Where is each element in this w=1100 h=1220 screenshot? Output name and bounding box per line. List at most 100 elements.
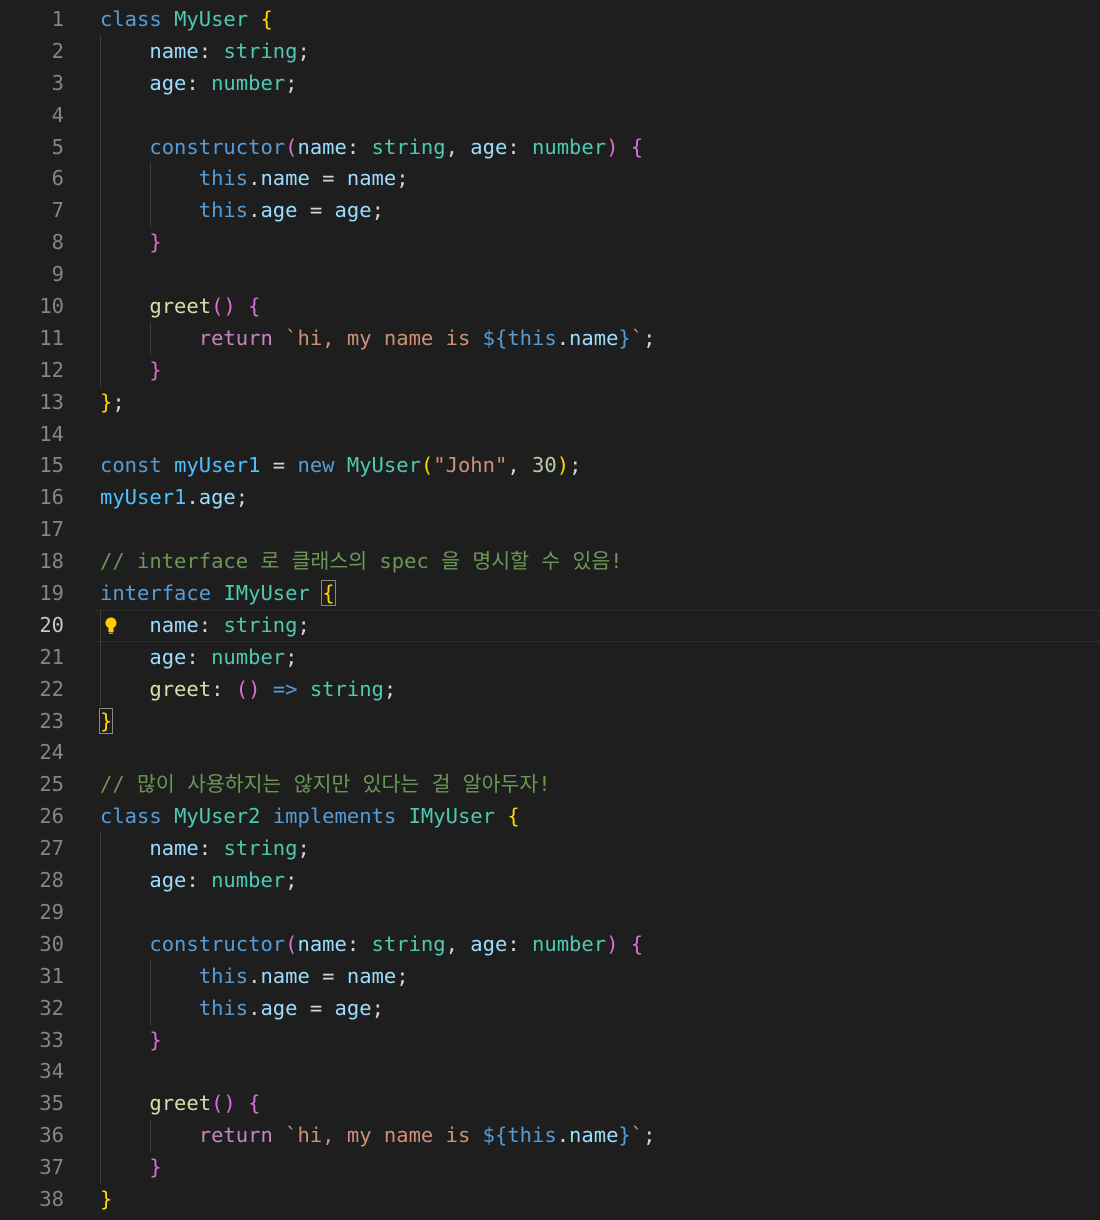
code-token: ; xyxy=(569,453,582,478)
code-token: = xyxy=(260,453,298,478)
code-line[interactable]: 12 } xyxy=(0,354,1100,387)
code-line[interactable]: 35 greet() { xyxy=(0,1088,1100,1121)
code-line[interactable]: 22 greet: () => string; xyxy=(0,673,1100,706)
code-line[interactable]: 23} xyxy=(0,706,1100,738)
code-token: ` xyxy=(630,1123,644,1148)
code-text: name: string; xyxy=(100,36,309,68)
code-line[interactable]: 3 age: number; xyxy=(0,67,1100,100)
code-line[interactable]: 20 name: string; xyxy=(0,609,1100,642)
code-line[interactable]: 13}; xyxy=(0,387,1100,419)
code-token: myUser1 xyxy=(174,453,261,478)
code-text: const myUser1 = new MyUser("John", 30); xyxy=(100,450,581,482)
code-line[interactable]: 29 xyxy=(0,896,1100,929)
code-text: } xyxy=(100,1152,161,1184)
indent-guide xyxy=(100,99,101,132)
code-line[interactable]: 31 this.name = name; xyxy=(0,960,1100,993)
line-number: 26 xyxy=(39,804,64,829)
code-token: : xyxy=(507,134,533,159)
code-line[interactable]: 38} xyxy=(0,1184,1100,1216)
line-number: 33 xyxy=(39,1027,64,1052)
code-line[interactable]: 33 } xyxy=(0,1024,1100,1057)
code-text: class MyUser2 implements IMyUser { xyxy=(100,801,520,833)
code-line[interactable]: 17 xyxy=(0,514,1100,546)
code-text: // 많이 사용하지는 않지만 있다는 걸 알아두자! xyxy=(100,769,551,801)
code-text: constructor(name: string, age: number) { xyxy=(100,929,643,961)
code-line[interactable]: 37 } xyxy=(0,1152,1100,1184)
code-token: } xyxy=(149,1027,162,1052)
code-token: name xyxy=(260,166,310,191)
code-line[interactable]: 34 xyxy=(0,1056,1100,1089)
code-line[interactable]: 14 xyxy=(0,419,1100,451)
code-token: : xyxy=(198,836,224,861)
line-number: 25 xyxy=(39,772,64,797)
code-token: ; xyxy=(383,676,397,701)
code-line[interactable]: 5 constructor(name: string, age: number)… xyxy=(0,131,1100,164)
code-token: myUser1 xyxy=(100,485,187,510)
code-line[interactable]: 16 myUser1.age; xyxy=(0,482,1100,514)
code-line[interactable]: 32 this.age = age; xyxy=(0,992,1100,1025)
code-token: number xyxy=(532,134,607,159)
code-token: { xyxy=(321,580,336,607)
code-token: ; xyxy=(396,166,409,191)
code-token: string xyxy=(223,836,298,861)
code-line[interactable]: 27 name: string; xyxy=(0,833,1100,866)
code-token: ) xyxy=(606,134,619,159)
code-line[interactable]: 7 this.age = age; xyxy=(0,195,1100,228)
code-line[interactable]: 26 class MyUser2 implements IMyUser { xyxy=(0,801,1100,833)
code-line[interactable]: 21 age: number; xyxy=(0,641,1100,674)
code-editor[interactable]: 1 class MyUser {2 name: string; 3 age: num… xyxy=(0,4,1100,1220)
code-line[interactable]: 15 const myUser1 = new MyUser("John", 30)… xyxy=(0,450,1100,482)
code-line[interactable]: 24 xyxy=(0,737,1100,769)
code-line[interactable]: 8 } xyxy=(0,227,1100,260)
code-text: constructor(name: string, age: number) { xyxy=(100,132,643,164)
code-text: } xyxy=(98,706,114,738)
code-line[interactable]: 36 return `hi, my name is ${this.name}`; xyxy=(0,1120,1100,1153)
code-token: MyUser2 xyxy=(174,804,261,829)
code-token: = xyxy=(297,198,335,223)
code-text: } xyxy=(100,1025,162,1057)
code-token: greet xyxy=(149,676,212,701)
code-line[interactable]: 2 name: string; xyxy=(0,35,1100,68)
code-line[interactable]: 25 // 많이 사용하지는 않지만 있다는 걸 알아두자! xyxy=(0,769,1100,801)
code-token: : xyxy=(346,134,372,159)
code-line[interactable]: 19 interface IMyUser { xyxy=(0,578,1100,610)
line-number: 4 xyxy=(51,102,64,127)
code-token: ; xyxy=(112,389,125,414)
code-line[interactable]: 1 class MyUser { xyxy=(0,4,1100,36)
code-line[interactable]: 18 // interface 로 클래스의 spec 을 명시할 수 있음! xyxy=(0,546,1100,578)
code-token: ( xyxy=(285,134,298,159)
lightbulb-icon[interactable] xyxy=(104,616,118,636)
code-token: name xyxy=(346,166,397,191)
line-number: 23 xyxy=(39,708,64,733)
code-line[interactable]: 10 greet() { xyxy=(0,291,1100,323)
code-line[interactable]: 6 this.name = name; xyxy=(0,163,1100,196)
code-token: => xyxy=(272,676,298,701)
code-line[interactable]: 28 age: number; xyxy=(0,865,1100,897)
code-token: ; xyxy=(396,963,409,988)
code-line[interactable]: 9 xyxy=(0,259,1100,292)
code-token: } xyxy=(149,357,162,382)
code-token: this xyxy=(198,995,249,1020)
code-token: { xyxy=(260,7,273,31)
code-token: = xyxy=(297,995,335,1020)
code-token: } xyxy=(100,1186,113,1211)
code-token: MyUser xyxy=(346,453,421,478)
line-number: 9 xyxy=(51,262,64,287)
code-token: ( xyxy=(420,453,434,478)
code-line[interactable]: 11 return `hi, my name is ${this.name}`; xyxy=(0,322,1100,355)
code-line[interactable]: 4 xyxy=(0,99,1100,132)
code-line[interactable]: 30 constructor(name: string, age: number… xyxy=(0,928,1100,961)
